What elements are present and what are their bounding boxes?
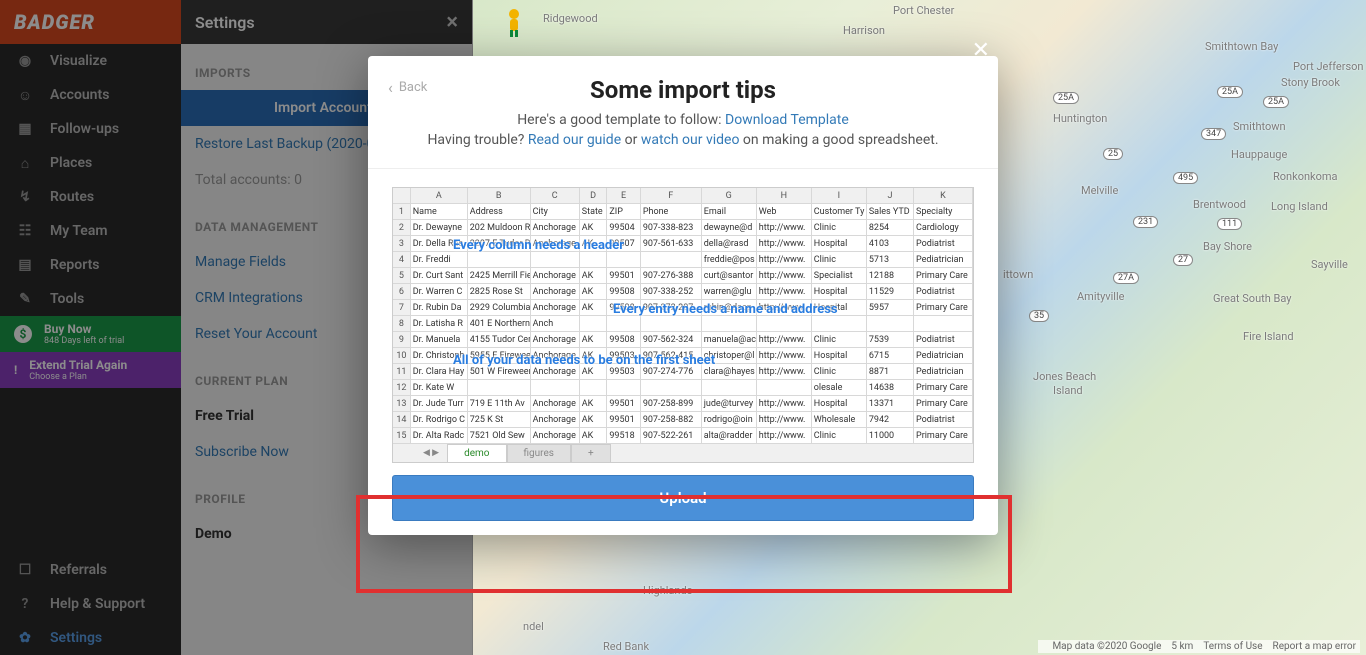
back-button[interactable]: ‹Back [388,78,427,97]
sheet-tab-figures: figures [507,444,571,462]
modal-subtitle-2: Having trouble? Read our guide or watch … [392,132,974,148]
modal-subtitle-1: Here's a good template to follow: Downlo… [392,112,974,128]
sheet-tab-demo: demo [447,444,506,462]
spreadsheet-example-image: ABCDEFGHIJK1NameAddressCityStateZIPPhone… [392,187,974,463]
modal-close-icon[interactable]: ✕ [972,38,990,63]
sheet-tab-add: + [571,444,611,462]
upload-button[interactable]: Upload [392,475,974,521]
modal-overlay: ✕ ‹Back Some import tips Here's a good t… [0,0,1366,655]
modal-title: Some import tips [392,76,974,104]
watch-video-link[interactable]: watch our video [641,132,740,148]
import-tips-modal: ‹Back Some import tips Here's a good tem… [368,56,998,535]
read-guide-link[interactable]: Read our guide [528,132,621,148]
download-template-link[interactable]: Download Template [725,112,849,128]
chevron-left-icon: ‹ [388,78,393,97]
